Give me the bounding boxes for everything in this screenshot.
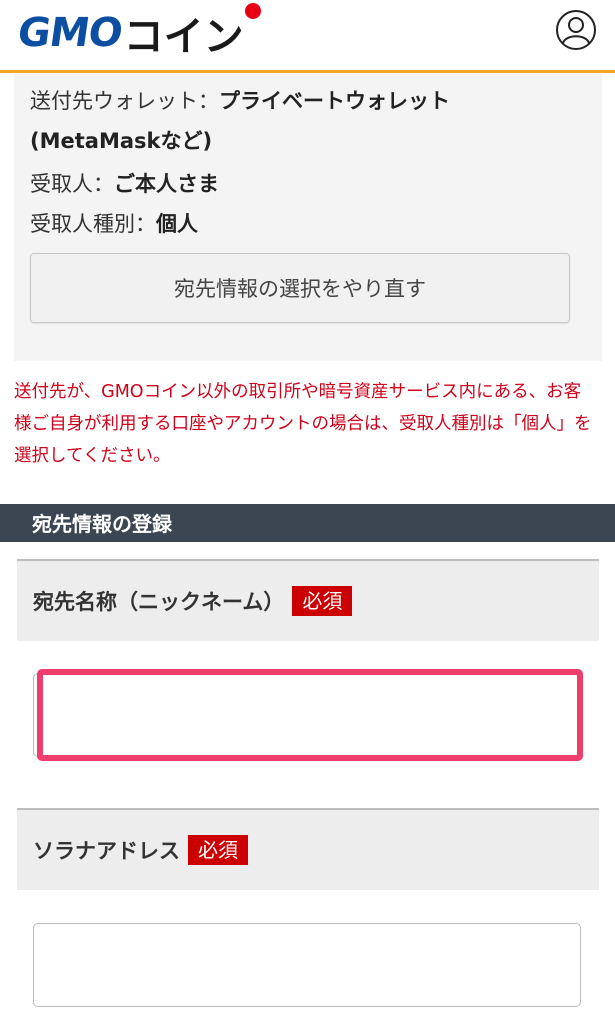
user-circle-icon[interactable] xyxy=(555,9,597,51)
recipient-type-notice: 送付先が、GMOコイン以外の取引所や暗号資産サービス内にある、お客様ご自身が利用… xyxy=(14,382,592,466)
reselect-destination-button[interactable]: 宛先情報の選択をやり直す xyxy=(30,253,570,323)
solana-address-label-row: ソラナアドレス 必須 xyxy=(17,808,599,890)
recipient-label: 受取人： xyxy=(30,172,114,196)
wallet-value-example: (MetaMaskなど) xyxy=(30,129,213,153)
app-header: GMO コイン xyxy=(0,0,615,73)
wallet-info-continued: (MetaMaskなど) xyxy=(30,125,212,155)
logo-gmo-text: GMO xyxy=(14,10,125,56)
solana-address-required-badge: 必須 xyxy=(188,835,248,865)
destination-summary: 送付先ウォレット：プライベートウォレット (MetaMaskなど) 受取人：ご本… xyxy=(14,73,602,361)
wallet-info: 送付先ウォレット：プライベートウォレット xyxy=(30,85,450,115)
recipient-type-value: 個人 xyxy=(156,212,198,236)
recipient-type-info: 受取人種別：個人 xyxy=(30,208,198,238)
recipient-value: ご本人さま xyxy=(114,172,219,196)
logo-red-dot xyxy=(245,3,261,19)
wallet-value: プライベートウォレット xyxy=(219,89,450,113)
logo-coin-text: コイン xyxy=(123,14,244,60)
gmo-coin-logo[interactable]: GMO コイン xyxy=(14,10,244,60)
section-title-destination-registration: 宛先情報の登録 xyxy=(0,504,615,542)
solana-address-input[interactable] xyxy=(33,923,581,1007)
wallet-label: 送付先ウォレット： xyxy=(30,89,219,113)
solana-address-label: ソラナアドレス xyxy=(33,839,180,863)
nickname-label-row: 宛先名称（ニックネーム） 必須 xyxy=(17,559,599,641)
recipient-type-label: 受取人種別： xyxy=(30,212,156,236)
recipient-info: 受取人：ご本人さま xyxy=(30,168,219,198)
nickname-label: 宛先名称（ニックネーム） xyxy=(33,590,285,614)
nickname-input-highlight xyxy=(37,669,583,761)
nickname-required-badge: 必須 xyxy=(292,586,353,616)
